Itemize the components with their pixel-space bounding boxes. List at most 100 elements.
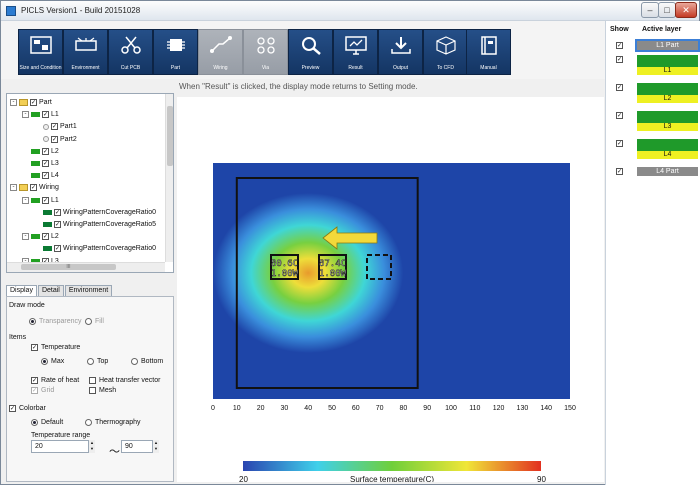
tree-item[interactable]: - ✓ Wiring xyxy=(10,182,59,193)
tree-checkbox[interactable]: ✓ xyxy=(42,196,49,204)
collapse-icon[interactable]: - xyxy=(10,99,17,106)
tree-item[interactable]: ✓ Part1 xyxy=(34,121,77,132)
tree-checkbox[interactable]: ✓ xyxy=(51,135,58,143)
layer-item[interactable]: L3 xyxy=(637,111,698,131)
range-max-input[interactable]: 90 ▲ ▼ xyxy=(121,440,159,453)
part-temperature-label: 87.4C xyxy=(319,259,346,269)
rate-of-heat-checkbox[interactable]: ✓ xyxy=(31,377,38,384)
part-button[interactable]: Part xyxy=(153,29,198,75)
part-box[interactable]: 87.4C1.00W xyxy=(318,254,347,280)
tab-detail[interactable]: Detail xyxy=(37,285,64,296)
tree-item[interactable]: - ✓ L2 xyxy=(22,231,59,242)
layer-show-checkbox[interactable]: ✓ xyxy=(616,140,623,147)
layer-band: L2 xyxy=(637,95,698,103)
layer-item[interactable]: L4 xyxy=(637,139,698,159)
minimize-button[interactable]: – xyxy=(641,2,659,18)
top-option[interactable]: Top xyxy=(87,358,108,365)
to-cfd-button[interactable]: To CFD xyxy=(423,29,468,75)
tree-checkbox[interactable]: ✓ xyxy=(42,111,49,119)
bottom-radio[interactable] xyxy=(131,358,138,365)
tree-item[interactable]: - ✓ L1 xyxy=(22,109,59,120)
tree-item[interactable]: ✓ L4 xyxy=(22,170,59,181)
tree-horizontal-scroll-thumb[interactable]: III xyxy=(21,264,116,270)
tree-checkbox[interactable]: ✓ xyxy=(30,99,37,106)
bottom-option[interactable]: Bottom xyxy=(131,358,163,365)
tree-item[interactable]: ✓ Part2 xyxy=(34,134,77,145)
temperature-checkbox[interactable]: ✓ xyxy=(31,344,38,351)
tree-checkbox[interactable]: ✓ xyxy=(54,208,61,216)
heat-transfer-vector-option[interactable]: Heat transfer vector xyxy=(89,377,160,384)
tree-item[interactable]: - ✓ Part xyxy=(10,97,52,108)
cut-pcb-button[interactable]: Cut PCB xyxy=(108,29,153,75)
tree-checkbox[interactable]: ✓ xyxy=(54,221,61,228)
tab-environment[interactable]: Environment xyxy=(64,285,113,296)
colorbar-checkbox[interactable]: ✓ xyxy=(9,405,16,412)
wiring-button[interactable]: Wiring xyxy=(198,29,243,75)
tree-checkbox[interactable]: ✓ xyxy=(51,123,58,131)
tree-item[interactable]: ✓ WiringPatternCoverageRatio5 xyxy=(34,219,156,230)
tree-checkbox[interactable]: ✓ xyxy=(54,245,61,253)
heat-transfer-vector-checkbox[interactable] xyxy=(89,377,96,384)
layer-item[interactable]: L1 Part xyxy=(635,39,700,52)
part-box[interactable]: 80.6C1.00W xyxy=(270,254,299,280)
output-button[interactable]: Output xyxy=(378,29,423,75)
tree-checkbox[interactable]: ✓ xyxy=(42,172,49,180)
tree-item[interactable]: ✓ WiringPatternCoverageRatio0 xyxy=(34,243,156,254)
close-button[interactable]: ✕ xyxy=(675,2,697,18)
grid-checkbox[interactable]: ✓ xyxy=(31,387,38,394)
tree-checkbox[interactable]: ✓ xyxy=(30,184,37,192)
default-option[interactable]: Default xyxy=(31,419,63,426)
collapse-icon[interactable]: - xyxy=(22,111,29,119)
layer-show-checkbox[interactable]: ✓ xyxy=(616,112,623,119)
max-option[interactable]: Max xyxy=(41,358,64,365)
fill-radio[interactable] xyxy=(85,318,92,325)
thermography-option[interactable]: Thermography xyxy=(85,419,141,426)
default-radio[interactable] xyxy=(31,419,38,426)
size-and-condition-button[interactable]: Size and Condition xyxy=(18,29,63,75)
maximize-button[interactable]: □ xyxy=(658,2,676,18)
collapse-icon[interactable]: - xyxy=(10,184,17,192)
rate-of-heat-option[interactable]: ✓ Rate of heat xyxy=(31,377,79,384)
temperature-option[interactable]: ✓ Temperature xyxy=(31,344,80,351)
heatmap-chart[interactable]: 80.6C1.00W87.4C1.00W0 10 20 30 40 50 60 70 80 90 1… xyxy=(177,97,604,484)
range-min-input[interactable]: 20 ▲ ▼ xyxy=(31,440,95,453)
result-canvas[interactable]: 80.6C 1.00W 87.4C 1.00W 0 10 20 30 40 50 60 70 80 90 1… xyxy=(177,97,604,484)
result-button[interactable]: Result xyxy=(333,29,378,75)
collapse-icon[interactable]: - xyxy=(22,233,29,241)
layer-item[interactable]: L1 xyxy=(637,55,698,75)
layer-show-checkbox[interactable]: ✓ xyxy=(616,42,623,49)
x-tick-label: 10 xyxy=(233,405,241,412)
layer-show-checkbox[interactable]: ✓ xyxy=(616,84,623,91)
tree-checkbox[interactable]: ✓ xyxy=(42,160,49,167)
preview-button[interactable]: Preview xyxy=(288,29,333,75)
layer-item[interactable]: L4 Part xyxy=(637,167,698,176)
mesh-checkbox[interactable] xyxy=(89,387,96,394)
layer-show-checkbox[interactable]: ✓ xyxy=(616,56,623,63)
mesh-option[interactable]: Mesh xyxy=(89,387,116,394)
environment-button[interactable]: Environment xyxy=(63,29,108,75)
tree-item[interactable]: ✓ WiringPatternCoverageRatio0 xyxy=(34,207,156,218)
via-button[interactable]: Via xyxy=(243,29,288,75)
tree-item[interactable]: ✓ L2 xyxy=(22,146,59,157)
layer-show-checkbox[interactable]: ✓ xyxy=(616,168,623,175)
range-min-stepper[interactable]: ▲ ▼ xyxy=(88,440,95,453)
transparency-radio[interactable] xyxy=(29,318,36,325)
fill-option[interactable]: Fill xyxy=(85,318,104,325)
collapse-icon[interactable]: - xyxy=(22,196,29,204)
top-radio[interactable] xyxy=(87,358,94,365)
transparency-option[interactable]: Transparency xyxy=(29,318,82,325)
range-max-stepper[interactable]: ▲ ▼ xyxy=(152,440,159,453)
object-tree[interactable]: - ✓ Part - ✓ L1 ✓ Part1 ✓ Part2 ✓ L2 ✓ L3 ✓ L4- ✓ Wiring -… xyxy=(6,93,174,273)
tree-checkbox[interactable]: ✓ xyxy=(42,147,49,155)
layer-item[interactable]: L2 xyxy=(637,83,698,103)
thermography-radio[interactable] xyxy=(85,419,92,426)
manual-button[interactable]: Manual xyxy=(466,29,511,75)
tree-checkbox[interactable]: ✓ xyxy=(42,233,49,241)
grid-option[interactable]: ✓ Grid xyxy=(31,387,54,394)
max-radio[interactable] xyxy=(41,358,48,365)
tree-item[interactable]: ✓ L3 xyxy=(22,158,59,169)
tree-item[interactable]: - ✓ L1 xyxy=(22,195,59,206)
colorbar-option[interactable]: ✓ Colorbar xyxy=(9,405,46,412)
tab-display[interactable]: Display xyxy=(6,285,37,296)
tree-vertical-scroll-thumb[interactable] xyxy=(167,106,173,166)
